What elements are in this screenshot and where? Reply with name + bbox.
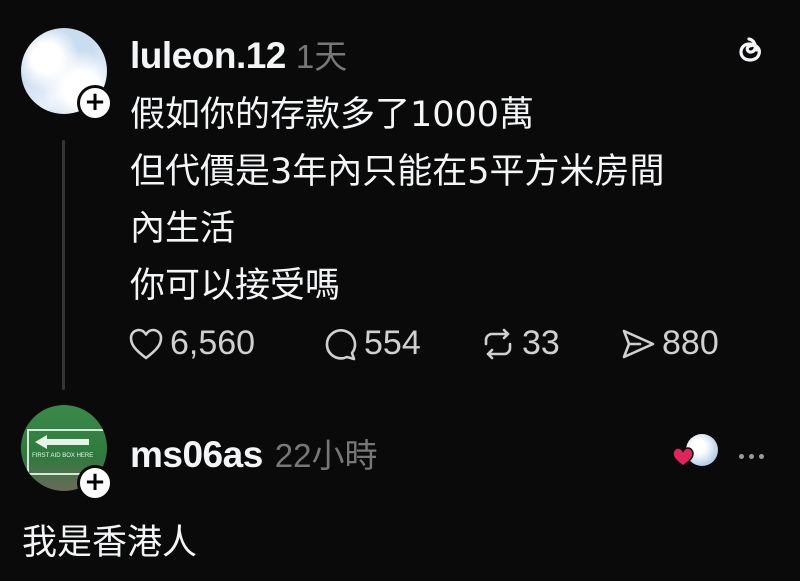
liked-by-author-indicator[interactable] <box>672 434 720 468</box>
repost-button[interactable]: 33 <box>480 324 560 363</box>
like-count: 6,560 <box>170 324 256 362</box>
post-line: 你可以接受嗎 <box>130 266 341 306</box>
follow-plus-icon[interactable]: + <box>77 465 113 501</box>
post-timestamp: 1天 <box>295 38 348 75</box>
post-body: 假如你的存款多了1000萬 但代價是3年內只能在5平方米房間 內生活 你可以接受… <box>130 87 665 315</box>
avatar-sign-text: FIRST AID BOX HERE <box>32 453 94 459</box>
comment-bubble-icon <box>325 328 357 360</box>
reply-header: ms06as 22小時 <box>130 429 378 477</box>
more-dots-icon[interactable] <box>736 446 766 464</box>
post-line: 假如你的存款多了1000萬 <box>130 95 535 135</box>
arrow-left-icon <box>35 435 89 449</box>
comment-button[interactable]: 554 <box>322 324 421 363</box>
reply-author-username[interactable]: ms06as <box>130 434 263 476</box>
comment-count: 554 <box>364 324 421 362</box>
share-count: 880 <box>662 324 719 362</box>
share-button[interactable]: 880 <box>620 324 719 363</box>
post-header: luleon.12 1天 <box>130 30 347 78</box>
heart-icon <box>129 328 163 359</box>
thread-connector-line <box>62 140 65 390</box>
post-line: 內生活 <box>130 209 236 249</box>
repost-icon <box>484 328 512 359</box>
post-line: 但代價是3年內只能在5平方米房間 <box>130 152 665 192</box>
send-icon <box>622 329 655 358</box>
reply-body: 我是香港人 <box>22 523 198 563</box>
follow-plus-icon[interactable]: + <box>77 85 113 121</box>
reply-timestamp: 22小時 <box>274 437 378 474</box>
heart-icon <box>672 447 694 467</box>
repost-count: 33 <box>522 324 560 362</box>
like-button[interactable]: 6,560 <box>128 324 255 363</box>
threads-logo-icon[interactable] <box>734 34 768 73</box>
post-author-username[interactable]: luleon.12 <box>130 35 286 77</box>
